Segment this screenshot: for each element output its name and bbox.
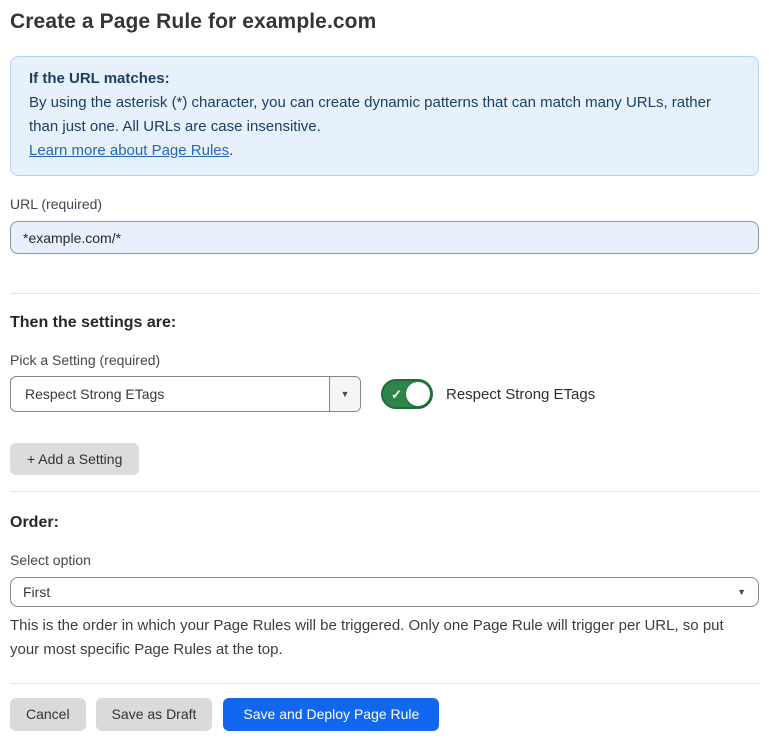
setting-select[interactable]: Respect Strong ETags ▼ [10,376,361,412]
respect-strong-etags-toggle[interactable]: ✓ [381,379,433,409]
pick-setting-label: Pick a Setting (required) [10,352,759,368]
link-period: . [229,142,233,159]
order-select[interactable]: First ▼ [10,577,759,607]
settings-section-heading: Then the settings are: [10,314,759,332]
info-box-link-line: Learn more about Page Rules. [29,139,740,163]
page-title: Create a Page Rule for example.com [10,10,759,34]
setting-select-arrow-button[interactable]: ▼ [329,377,360,411]
toggle-label: Respect Strong ETags [446,386,595,403]
order-section-heading: Order: [10,514,759,532]
dropdown-arrow-icon: ▼ [341,390,350,399]
info-box-heading: If the URL matches: [29,67,740,91]
save-and-deploy-button[interactable]: Save and Deploy Page Rule [223,698,439,731]
create-page-rule-form: Create a Page Rule for example.com If th… [0,0,769,746]
order-help-text: This is the order in which your Page Rul… [10,614,745,662]
dropdown-arrow-icon: ▼ [737,588,746,597]
check-icon: ✓ [391,388,402,401]
divider [10,683,759,684]
cancel-button[interactable]: Cancel [10,698,86,731]
save-as-draft-button[interactable]: Save as Draft [96,698,213,731]
info-box-body: By using the asterisk (*) character, you… [29,91,740,139]
setting-row: Respect Strong ETags ▼ ✓ Respect Strong … [10,376,759,412]
url-input[interactable] [10,221,759,254]
setting-select-value: Respect Strong ETags [11,377,329,411]
toggle-knob [406,382,430,406]
url-field-label: URL (required) [10,196,759,212]
divider [10,293,759,294]
footer-button-row: Cancel Save as Draft Save and Deploy Pag… [10,698,759,731]
divider [10,491,759,492]
url-match-info-box: If the URL matches: By using the asteris… [10,56,759,176]
order-select-label: Select option [10,552,759,568]
order-select-value: First [23,584,737,600]
add-setting-button[interactable]: + Add a Setting [10,443,139,475]
learn-more-link[interactable]: Learn more about Page Rules [29,142,229,159]
